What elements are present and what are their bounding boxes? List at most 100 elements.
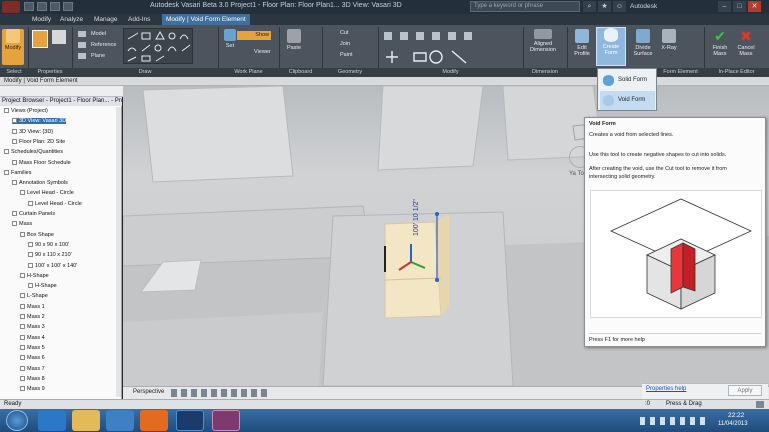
set-button[interactable]: Set bbox=[222, 29, 238, 49]
cut-label[interactable]: Cut bbox=[340, 30, 349, 36]
undo-icon[interactable] bbox=[50, 2, 60, 11]
plane-label[interactable]: Plane bbox=[91, 53, 105, 59]
model-label[interactable]: Model bbox=[91, 31, 106, 37]
type-properties-icon[interactable] bbox=[52, 30, 66, 44]
expand-icon[interactable] bbox=[12, 118, 17, 124]
tree-item[interactable]: Families bbox=[4, 170, 31, 176]
expand-icon[interactable] bbox=[20, 375, 25, 381]
expand-icon[interactable] bbox=[12, 180, 17, 186]
scrollbar[interactable] bbox=[116, 107, 121, 397]
expand-icon[interactable] bbox=[28, 241, 33, 247]
tree-item[interactable]: Box Shape bbox=[20, 232, 54, 238]
properties-icon[interactable] bbox=[32, 30, 48, 48]
press-drag-toggle[interactable]: Press & Drag bbox=[666, 401, 702, 407]
account-label[interactable]: Autodesk bbox=[630, 3, 657, 10]
panel-clipboard[interactable]: Clipboard bbox=[279, 68, 322, 77]
tree-item[interactable]: H-Shape bbox=[20, 273, 49, 279]
expand-icon[interactable] bbox=[20, 272, 25, 278]
tree-item[interactable]: Level Head - Circle bbox=[28, 201, 82, 207]
expand-icon[interactable] bbox=[28, 252, 33, 258]
panel-draw[interactable]: Draw bbox=[72, 68, 218, 77]
tree-item[interactable]: 90 x 90 x 100' bbox=[28, 242, 69, 248]
join-label[interactable]: Join bbox=[340, 41, 350, 47]
expand-icon[interactable] bbox=[4, 108, 9, 114]
filter-icon[interactable] bbox=[756, 401, 764, 408]
search-icon[interactable]: ⌕ bbox=[583, 1, 596, 12]
open-icon[interactable] bbox=[24, 2, 34, 11]
clock-date[interactable]: 11/04/2013 bbox=[718, 421, 748, 427]
view-control-icons[interactable] bbox=[171, 389, 271, 397]
dimension-label[interactable]: 100' 10 1/2" bbox=[413, 199, 420, 236]
aligned-dimension-button[interactable]: Aligned Dimension bbox=[526, 29, 560, 53]
viewer-label[interactable]: Viewer bbox=[254, 49, 271, 55]
tree-item[interactable]: Mass 5 bbox=[20, 345, 45, 351]
vasari-app-icon[interactable] bbox=[212, 410, 240, 431]
cancel-mass-button[interactable]: ✖ Cancel Mass bbox=[734, 29, 758, 57]
expand-icon[interactable] bbox=[12, 138, 17, 144]
tree-item[interactable]: Views (Project) bbox=[4, 108, 48, 114]
app-logo-icon[interactable] bbox=[2, 1, 20, 13]
create-form-button[interactable]: Create Form bbox=[596, 27, 626, 66]
tree-item[interactable]: Mass bbox=[12, 221, 32, 227]
file-explorer-icon[interactable] bbox=[72, 410, 100, 431]
model-icon[interactable] bbox=[78, 31, 86, 37]
panel-work-plane[interactable]: Work Plane bbox=[218, 68, 279, 77]
panel-select[interactable]: Select bbox=[0, 68, 28, 77]
void-form-item[interactable]: Void Form bbox=[600, 91, 655, 110]
panel-geometry[interactable]: Geometry bbox=[322, 68, 378, 77]
tree-item[interactable]: Curtain Panels bbox=[12, 211, 55, 217]
expand-icon[interactable] bbox=[20, 344, 25, 350]
tree-item[interactable]: L-Shape bbox=[20, 293, 48, 299]
panel-form-element[interactable]: Form Element bbox=[657, 68, 704, 77]
expand-icon[interactable] bbox=[12, 211, 17, 217]
start-button[interactable] bbox=[6, 410, 28, 431]
expand-icon[interactable] bbox=[12, 128, 17, 134]
tree-item[interactable]: Floor Plan: 2D Site bbox=[12, 139, 65, 145]
perspective-label[interactable]: Perspective bbox=[133, 389, 164, 395]
tab-modify-void-form[interactable]: Modify | Void Form Element bbox=[162, 14, 250, 25]
tree-item[interactable]: 3D View: {3D} bbox=[12, 129, 53, 135]
tray-icons[interactable] bbox=[640, 417, 710, 425]
media-player-icon[interactable] bbox=[106, 410, 134, 431]
paint-label[interactable]: Paint bbox=[340, 52, 353, 58]
draw-tools-gallery[interactable] bbox=[123, 28, 193, 64]
tree-item[interactable]: Mass 8 bbox=[20, 376, 45, 382]
redo-icon[interactable] bbox=[63, 2, 73, 11]
tree-item[interactable]: Mass 9 bbox=[20, 386, 45, 392]
modify-button[interactable]: Modify bbox=[2, 29, 24, 65]
tree-item[interactable]: Mass 6 bbox=[20, 355, 45, 361]
expand-icon[interactable] bbox=[12, 221, 17, 227]
expand-icon[interactable] bbox=[20, 190, 25, 196]
divide-surface-button[interactable]: Divide Surface bbox=[630, 29, 656, 57]
tree-item[interactable]: H-Shape bbox=[28, 283, 57, 289]
tree-item[interactable]: 90 x 110 x 210' bbox=[28, 252, 72, 258]
expand-icon[interactable] bbox=[12, 159, 17, 165]
tab-analyze[interactable]: Analyze bbox=[56, 14, 87, 25]
maximize-icon[interactable]: □ bbox=[733, 1, 746, 12]
panel-modify[interactable]: Modify bbox=[378, 68, 523, 77]
expand-icon[interactable] bbox=[20, 386, 25, 392]
tree-item[interactable]: 100' x 100' x 140' bbox=[28, 263, 77, 269]
expand-icon[interactable] bbox=[28, 200, 33, 206]
clock-time[interactable]: 22:22 bbox=[728, 412, 744, 419]
expand-icon[interactable] bbox=[20, 324, 25, 330]
close-icon[interactable]: ✕ bbox=[748, 1, 761, 12]
expand-icon[interactable] bbox=[20, 231, 25, 237]
tree-item[interactable]: Mass 3 bbox=[20, 324, 45, 330]
search-input[interactable]: Type a keyword or phrase bbox=[470, 1, 580, 12]
expand-icon[interactable] bbox=[28, 283, 33, 289]
tree-item[interactable]: Mass 1 bbox=[20, 304, 45, 310]
finish-mass-button[interactable]: ✔ Finish Mass bbox=[708, 29, 732, 57]
edit-profile-button[interactable]: Edit Profile bbox=[571, 29, 593, 57]
firefox-icon[interactable] bbox=[140, 410, 168, 431]
expand-icon[interactable] bbox=[4, 149, 9, 155]
tree-item[interactable]: Mass 2 bbox=[20, 314, 45, 320]
tab-manage[interactable]: Manage bbox=[90, 14, 122, 25]
expand-icon[interactable] bbox=[20, 303, 25, 309]
expand-icon[interactable] bbox=[20, 314, 25, 320]
expand-icon[interactable] bbox=[20, 365, 25, 371]
panel-in-place-editor[interactable]: In-Place Editor bbox=[704, 68, 769, 77]
tab-modify[interactable]: Modify bbox=[28, 14, 55, 25]
star-icon[interactable]: ★ bbox=[598, 1, 611, 12]
expand-icon[interactable] bbox=[28, 262, 33, 268]
